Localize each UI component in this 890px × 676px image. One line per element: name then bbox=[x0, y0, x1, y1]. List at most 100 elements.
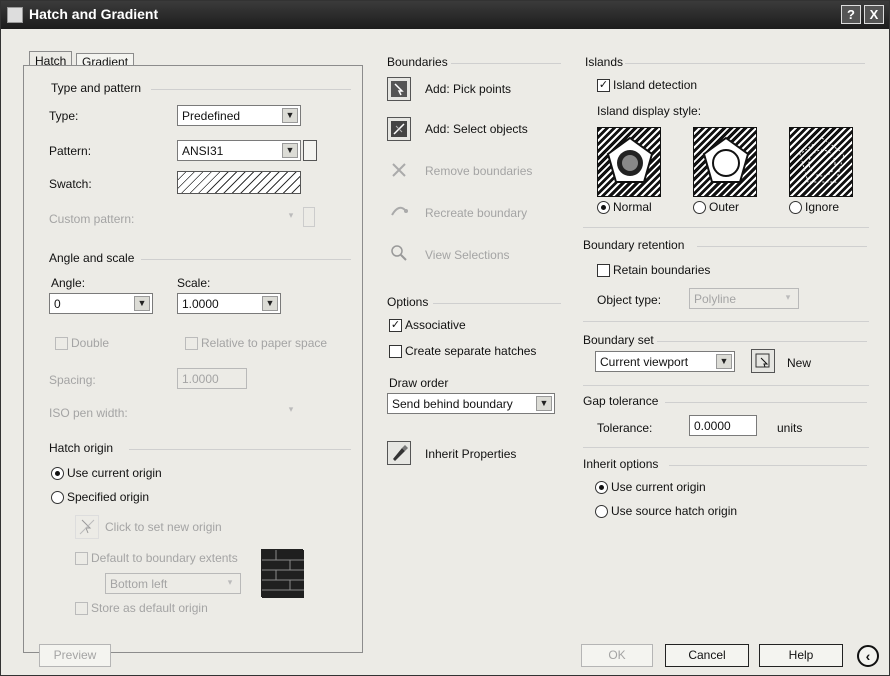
title-bar[interactable]: Hatch and Gradient ? X bbox=[1, 1, 889, 29]
group-divider bbox=[625, 63, 865, 64]
view-selections-label[interactable]: View Selections bbox=[425, 248, 510, 262]
retain-boundaries-label: Retain boundaries bbox=[613, 263, 711, 277]
object-type-label: Object type: bbox=[597, 293, 662, 307]
custom-pattern-select[interactable]: ▾ bbox=[177, 207, 301, 228]
crosshair-icon bbox=[79, 519, 95, 535]
island-normal-preview[interactable] bbox=[597, 127, 661, 197]
scale-select[interactable]: 1.0000 ▼ bbox=[177, 293, 281, 314]
pattern-select[interactable]: ANSI31 ▼ bbox=[177, 140, 301, 161]
associative-label: Associative bbox=[405, 318, 466, 332]
object-type-select[interactable]: Polyline ▾ bbox=[689, 288, 799, 309]
island-detection-checkbox[interactable]: ✓ bbox=[597, 79, 610, 92]
boundary-set-value: Current viewport bbox=[600, 355, 689, 369]
group-divider bbox=[451, 63, 561, 64]
relative-paper-label: Relative to paper space bbox=[201, 336, 328, 350]
click-set-origin-label: Click to set new origin bbox=[105, 520, 222, 534]
iso-pen-width-select[interactable]: ▾ bbox=[177, 401, 301, 422]
add-select-objects-label[interactable]: Add: Select objects bbox=[425, 122, 528, 136]
angle-select[interactable]: 0 ▼ bbox=[49, 293, 153, 314]
relative-paper-checkbox[interactable] bbox=[185, 337, 198, 350]
default-extents-checkbox[interactable] bbox=[75, 552, 88, 565]
add-pick-points-label[interactable]: Add: Pick points bbox=[425, 82, 511, 96]
tolerance-input[interactable]: 0.0000 bbox=[689, 415, 757, 436]
island-outer-preview[interactable] bbox=[693, 127, 757, 197]
select-objects-icon bbox=[391, 121, 407, 137]
island-normal-radio[interactable] bbox=[597, 201, 610, 214]
type-select[interactable]: Predefined ▼ bbox=[177, 105, 301, 126]
help-button[interactable]: Help bbox=[759, 644, 843, 667]
select-new-icon bbox=[755, 353, 770, 368]
tolerance-units-label: units bbox=[777, 421, 803, 435]
island-ignore-radio[interactable] bbox=[789, 201, 802, 214]
bottom-left-select[interactable]: Bottom left ▾ bbox=[105, 573, 241, 594]
ok-button[interactable]: OK bbox=[581, 644, 653, 667]
inherit-properties-label[interactable]: Inherit Properties bbox=[425, 447, 516, 461]
use-current-origin-radio[interactable] bbox=[51, 467, 64, 480]
magnifier-icon bbox=[391, 245, 407, 261]
type-pattern-group-label: Type and pattern bbox=[51, 81, 142, 95]
island-ignore-label: Ignore bbox=[805, 200, 840, 214]
inherit-use-current-radio[interactable] bbox=[595, 481, 608, 494]
custom-pattern-browse-button[interactable] bbox=[303, 207, 315, 227]
inherit-properties-button[interactable] bbox=[387, 441, 411, 465]
specified-origin-radio[interactable] bbox=[51, 491, 64, 504]
specified-origin-label: Specified origin bbox=[67, 490, 150, 504]
view-selections-icon[interactable] bbox=[387, 241, 411, 265]
preview-button[interactable]: Preview bbox=[39, 644, 111, 667]
group-divider bbox=[665, 402, 867, 403]
help-title-button[interactable]: ? bbox=[841, 5, 861, 24]
separator bbox=[583, 447, 869, 448]
bottom-left-value: Bottom left bbox=[110, 577, 168, 591]
retain-boundaries-checkbox[interactable] bbox=[597, 264, 610, 277]
double-label: Double bbox=[71, 336, 110, 350]
boundary-set-select[interactable]: Current viewport ▼ bbox=[595, 351, 735, 372]
custom-pattern-label: Custom pattern: bbox=[49, 212, 135, 226]
group-divider bbox=[657, 341, 867, 342]
chevron-down-icon: ▼ bbox=[262, 296, 278, 311]
draw-order-select[interactable]: Send behind boundary ▼ bbox=[387, 393, 555, 414]
separate-hatches-label: Create separate hatches bbox=[405, 344, 537, 358]
island-display-style-label: Island display style: bbox=[597, 104, 702, 118]
separator bbox=[583, 321, 869, 322]
close-button[interactable]: X bbox=[864, 5, 884, 24]
inherit-use-source-radio[interactable] bbox=[595, 505, 608, 518]
island-ignore-preview[interactable] bbox=[789, 127, 853, 197]
remove-boundaries-label[interactable]: Remove boundaries bbox=[425, 164, 532, 178]
click-set-origin-button[interactable] bbox=[75, 515, 99, 539]
separate-hatches-checkbox[interactable] bbox=[389, 345, 402, 358]
inherit-options-group-label: Inherit options bbox=[583, 457, 659, 471]
add-select-objects-button[interactable] bbox=[387, 117, 411, 141]
pattern-browse-button[interactable] bbox=[303, 140, 317, 161]
app-icon bbox=[7, 7, 23, 23]
use-current-origin-label: Use current origin bbox=[67, 466, 162, 480]
pattern-swatch[interactable] bbox=[177, 171, 301, 194]
inherit-use-source-label: Use source hatch origin bbox=[611, 504, 738, 518]
recreate-boundary-label[interactable]: Recreate boundary bbox=[425, 206, 527, 220]
add-pick-points-button[interactable] bbox=[387, 77, 411, 101]
remove-boundaries-icon[interactable] bbox=[387, 158, 411, 182]
island-outer-radio[interactable] bbox=[693, 201, 706, 214]
inherit-use-current-label: Use current origin bbox=[611, 480, 706, 494]
separator bbox=[583, 227, 869, 228]
collapse-chevron-icon[interactable]: ‹ bbox=[857, 645, 879, 667]
chevron-down-icon: ▾ bbox=[288, 404, 294, 414]
recreate-boundary-icon[interactable] bbox=[387, 199, 411, 223]
associative-checkbox[interactable]: ✓ bbox=[389, 319, 402, 332]
islands-group-label: Islands bbox=[585, 55, 624, 69]
chevron-down-icon: ▼ bbox=[282, 143, 298, 158]
island-normal-label: Normal bbox=[613, 200, 652, 214]
angle-scale-group-label: Angle and scale bbox=[49, 251, 135, 265]
store-default-label: Store as default origin bbox=[91, 601, 208, 615]
chevron-down-icon: ▾ bbox=[227, 577, 233, 587]
store-default-checkbox[interactable] bbox=[75, 602, 88, 615]
double-checkbox[interactable] bbox=[55, 337, 68, 350]
new-boundary-set-button[interactable] bbox=[751, 349, 775, 373]
swatch-label: Swatch: bbox=[49, 177, 92, 191]
hatch-origin-group-label: Hatch origin bbox=[49, 441, 114, 455]
group-divider bbox=[151, 89, 351, 90]
pattern-value: ANSI31 bbox=[182, 144, 224, 158]
chevron-down-icon: ▼ bbox=[716, 354, 732, 369]
spacing-input[interactable]: 1.0000 bbox=[177, 368, 247, 389]
cancel-button[interactable]: Cancel bbox=[665, 644, 749, 667]
options-group-label: Options bbox=[387, 295, 429, 309]
